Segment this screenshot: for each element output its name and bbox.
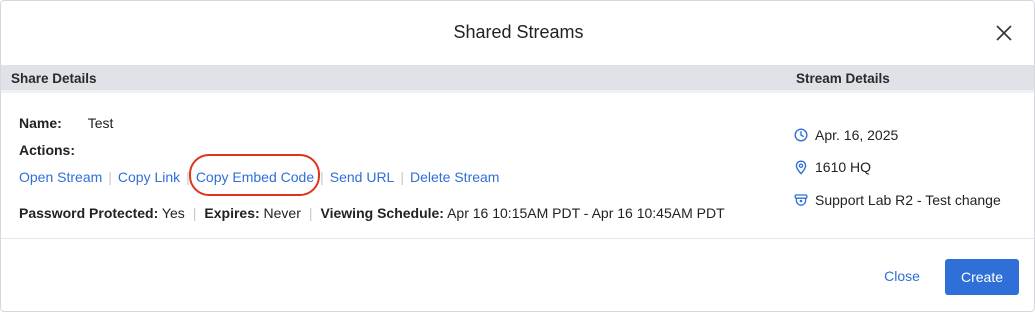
name-row: Name: Test xyxy=(19,115,113,131)
password-value: Yes xyxy=(161,205,185,221)
open-stream-link[interactable]: Open Stream xyxy=(19,169,102,185)
name-value: Test xyxy=(87,115,114,131)
footer-divider xyxy=(1,238,1034,239)
share-meta-row: Password Protected: Yes | Expires: Never | V… xyxy=(19,205,725,221)
close-icon[interactable] xyxy=(994,23,1014,43)
send-url-link[interactable]: Send URL xyxy=(330,169,395,185)
schedule-value: Apr 16 10:15AM PDT - Apr 16 10:45AM PDT xyxy=(447,205,725,221)
copy-link-link[interactable]: Copy Link xyxy=(118,169,180,185)
stream-location-value: 1610 HQ xyxy=(815,159,872,175)
separator: | xyxy=(186,169,190,185)
clock-icon xyxy=(794,128,808,142)
stream-location: 1610 HQ xyxy=(794,159,871,175)
separator: | xyxy=(400,169,404,185)
shared-streams-dialog: Shared Streams Share Details Stream Deta… xyxy=(0,0,1035,312)
separator: | xyxy=(308,205,313,221)
separator: | xyxy=(192,205,197,221)
stream-camera: Support Lab R2 - Test change xyxy=(794,192,1001,208)
close-button[interactable]: Close xyxy=(871,260,933,292)
camera-icon xyxy=(794,194,808,206)
section-header-bar: Share Details Stream Details xyxy=(1,65,1034,93)
location-pin-icon xyxy=(795,159,807,175)
delete-stream-link[interactable]: Delete Stream xyxy=(410,169,499,185)
dialog-title: Shared Streams xyxy=(453,22,584,42)
name-label: Name: xyxy=(19,115,62,131)
stream-camera-value: Support Lab R2 - Test change xyxy=(815,192,1001,208)
expires-label: Expires: xyxy=(204,205,260,221)
separator: | xyxy=(108,169,112,185)
actions-label: Actions: xyxy=(19,142,75,158)
create-button[interactable]: Create xyxy=(945,259,1019,295)
actions-list: Open Stream | Copy Link | Copy Embed Code | Se… xyxy=(19,169,499,185)
copy-embed-code-link[interactable]: Copy Embed Code xyxy=(196,169,314,185)
password-label: Password Protected: xyxy=(19,205,159,221)
schedule-label: Viewing Schedule: xyxy=(320,205,444,221)
dialog-header: Shared Streams xyxy=(1,1,1034,65)
stream-date: Apr. 16, 2025 xyxy=(794,127,898,143)
stream-date-value: Apr. 16, 2025 xyxy=(815,127,899,143)
stream-details-heading: Stream Details xyxy=(796,71,890,86)
share-details-heading: Share Details xyxy=(11,71,97,86)
expires-value: Never xyxy=(263,205,301,221)
separator: | xyxy=(320,169,324,185)
